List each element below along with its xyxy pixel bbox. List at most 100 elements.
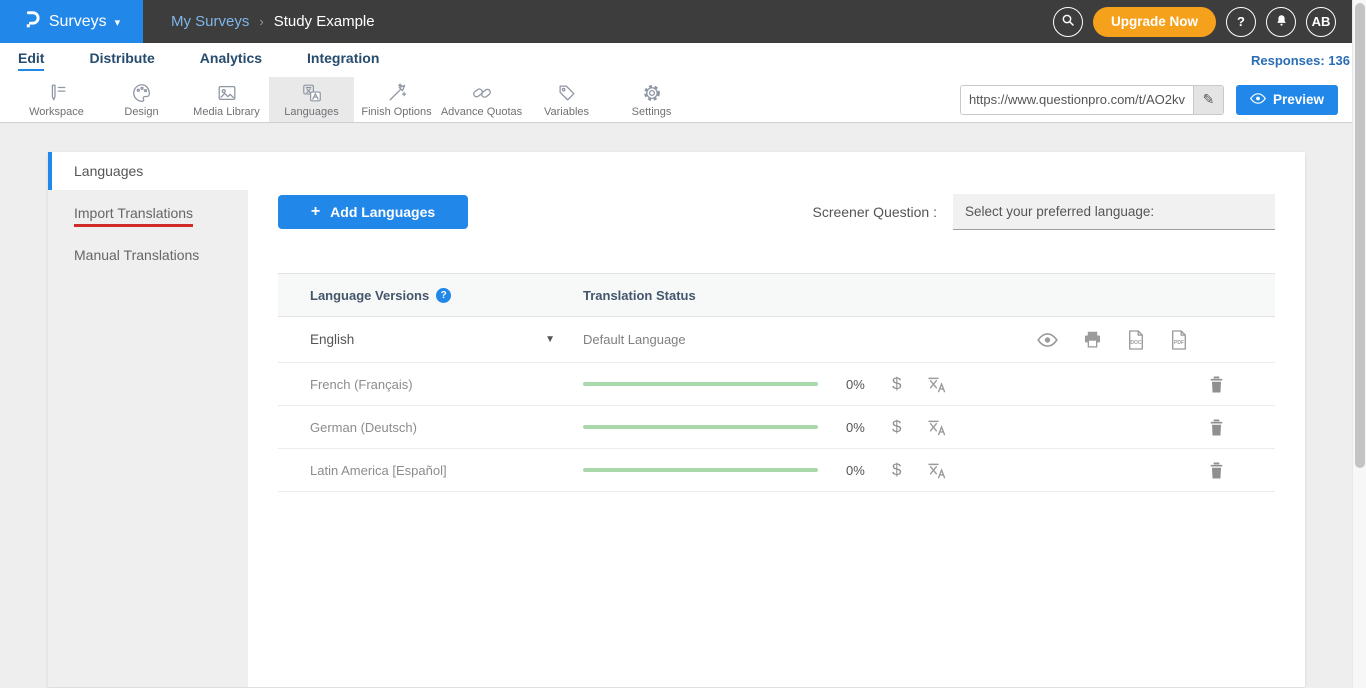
avatar[interactable]: AB [1306, 7, 1336, 37]
import-translations-label: Import Translations [74, 205, 193, 227]
col-language-versions: Language Versions [310, 288, 429, 303]
controls-row: + Add Languages Screener Question : Sele… [278, 194, 1275, 230]
bell-icon [1274, 13, 1289, 31]
breadcrumb-separator: › [259, 14, 263, 29]
translation-progress-bar [583, 382, 818, 386]
add-languages-label: Add Languages [330, 204, 435, 220]
translation-progress-bar [583, 468, 818, 472]
translate-squares-icon [301, 82, 323, 104]
edit-url-button[interactable]: ✎ [1193, 86, 1223, 114]
paid-translation-icon[interactable]: $ [892, 460, 901, 480]
toolbar-item-languages[interactable]: Languages [269, 77, 354, 122]
nav-tabs: Edit Distribute Analytics Integration [18, 50, 379, 71]
screener-question-value: Select your preferred language: [965, 204, 1154, 219]
tab-integration[interactable]: Integration [307, 50, 379, 71]
delete-trash-icon[interactable] [1209, 462, 1224, 479]
chevron-down-icon: ▾ [115, 16, 121, 29]
breadcrumb-my-surveys[interactable]: My Surveys [171, 13, 249, 30]
edit-toolbar: Workspace Design Media Library L [0, 77, 1366, 123]
surveys-menu[interactable]: Surveys ▾ [0, 0, 143, 43]
language-dropdown-caret-icon[interactable]: ▼ [545, 334, 555, 345]
sidebar-languages-label: Languages [74, 163, 143, 179]
eye-icon [1250, 92, 1266, 107]
sidebar-item-languages[interactable]: Languages [48, 152, 248, 190]
export-doc-icon[interactable]: DOC [1127, 330, 1145, 350]
preview-label: Preview [1273, 92, 1324, 107]
pencil-icon: ✎ [1203, 91, 1215, 108]
languages-card: Languages Import Translations Manual Tra… [48, 152, 1305, 687]
manual-translations-label: Manual Translations [74, 247, 199, 263]
survey-url-input[interactable] [961, 86, 1193, 114]
language-versions-table: Language Versions ? Translation Status E… [278, 273, 1275, 492]
view-eye-icon[interactable] [1037, 333, 1058, 347]
tag-icon [556, 82, 578, 104]
col-translation-status: Translation Status [583, 288, 696, 303]
tab-edit[interactable]: Edit [18, 50, 44, 71]
search-icon [1060, 12, 1076, 31]
page-scrollbar-track[interactable] [1352, 0, 1366, 688]
survey-url-group: ✎ [960, 85, 1224, 115]
pencil-lines-icon [46, 82, 68, 104]
auto-translate-icon[interactable] [927, 376, 948, 393]
magic-wand-icon [386, 82, 408, 104]
sidebar-item-import-translations[interactable]: Import Translations [48, 196, 248, 235]
responses-count-link[interactable]: Responses: 136 [1251, 53, 1350, 68]
auto-translate-icon[interactable] [927, 419, 948, 436]
toolbar-label: Media Library [193, 106, 260, 118]
language-name: Latin America [Español] [310, 463, 447, 478]
top-actions: Upgrade Now ? AB [1053, 0, 1366, 43]
paid-translation-icon[interactable]: $ [892, 417, 901, 437]
toolbar-item-media-library[interactable]: Media Library [184, 77, 269, 122]
screener-question-select[interactable]: Select your preferred language: [953, 194, 1275, 230]
toolbar-label: Languages [284, 106, 338, 118]
toolbar-item-finish-options[interactable]: Finish Options [354, 77, 439, 122]
toolbar-item-design[interactable]: Design [99, 77, 184, 122]
export-pdf-icon[interactable]: PDF [1170, 330, 1188, 350]
preview-button[interactable]: Preview [1236, 85, 1338, 115]
table-row-default-language: English ▼ Default Language [278, 317, 1275, 363]
table-row-language: French (Français) 0% $ [278, 363, 1275, 406]
gear-icon [641, 82, 663, 104]
breadcrumb: My Surveys › Study Example [143, 0, 375, 43]
screener-question-label: Screener Question : [812, 204, 953, 220]
toolbar-label: Variables [544, 106, 589, 118]
translation-progress-bar [583, 425, 818, 429]
toolbar-item-settings[interactable]: Settings [609, 77, 694, 122]
svg-text:PDF: PDF [1174, 340, 1184, 346]
language-name: French (Français) [310, 377, 413, 392]
languages-main-panel: + Add Languages Screener Question : Sele… [248, 152, 1305, 687]
help-question-icon[interactable]: ? [436, 288, 451, 303]
top-bar: Surveys ▾ My Surveys › Study Example Upg… [0, 0, 1366, 43]
print-icon[interactable] [1083, 331, 1102, 348]
upgrade-now-button[interactable]: Upgrade Now [1093, 7, 1216, 37]
tab-distribute[interactable]: Distribute [89, 50, 154, 71]
help-button[interactable]: ? [1226, 7, 1256, 37]
notifications-button[interactable] [1266, 7, 1296, 37]
paid-translation-icon[interactable]: $ [892, 374, 901, 394]
export-actions: DOC PDF [1037, 330, 1188, 350]
page-scrollbar-thumb[interactable] [1355, 3, 1365, 468]
table-row-language: German (Deutsch) 0% $ [278, 406, 1275, 449]
translation-percent: 0% [846, 463, 876, 478]
languages-sidebar: Languages Import Translations Manual Tra… [48, 152, 248, 687]
svg-text:DOC: DOC [1130, 340, 1142, 346]
toolbar-item-advance-quotas[interactable]: Advance Quotas [439, 77, 524, 122]
toolbar-label: Workspace [29, 106, 84, 118]
toolbar-item-workspace[interactable]: Workspace [14, 77, 99, 122]
add-languages-button[interactable]: + Add Languages [278, 195, 468, 229]
sidebar-item-manual-translations[interactable]: Manual Translations [48, 235, 248, 274]
tab-analytics[interactable]: Analytics [200, 50, 262, 71]
search-button[interactable] [1053, 7, 1083, 37]
survey-nav-bar: Edit Distribute Analytics Integration Re… [0, 43, 1366, 77]
delete-trash-icon[interactable] [1209, 419, 1224, 436]
delete-trash-icon[interactable] [1209, 376, 1224, 393]
toolbar-right: ✎ Preview [960, 77, 1366, 122]
toolbar-item-variables[interactable]: Variables [524, 77, 609, 122]
toolbar-label: Design [124, 106, 158, 118]
table-row-language: Latin America [Español] 0% $ [278, 449, 1275, 492]
toolbar-label: Settings [632, 106, 672, 118]
auto-translate-icon[interactable] [927, 462, 948, 479]
page-content: Languages Import Translations Manual Tra… [0, 123, 1366, 687]
plus-icon: + [311, 203, 320, 221]
table-header: Language Versions ? Translation Status [278, 273, 1275, 317]
